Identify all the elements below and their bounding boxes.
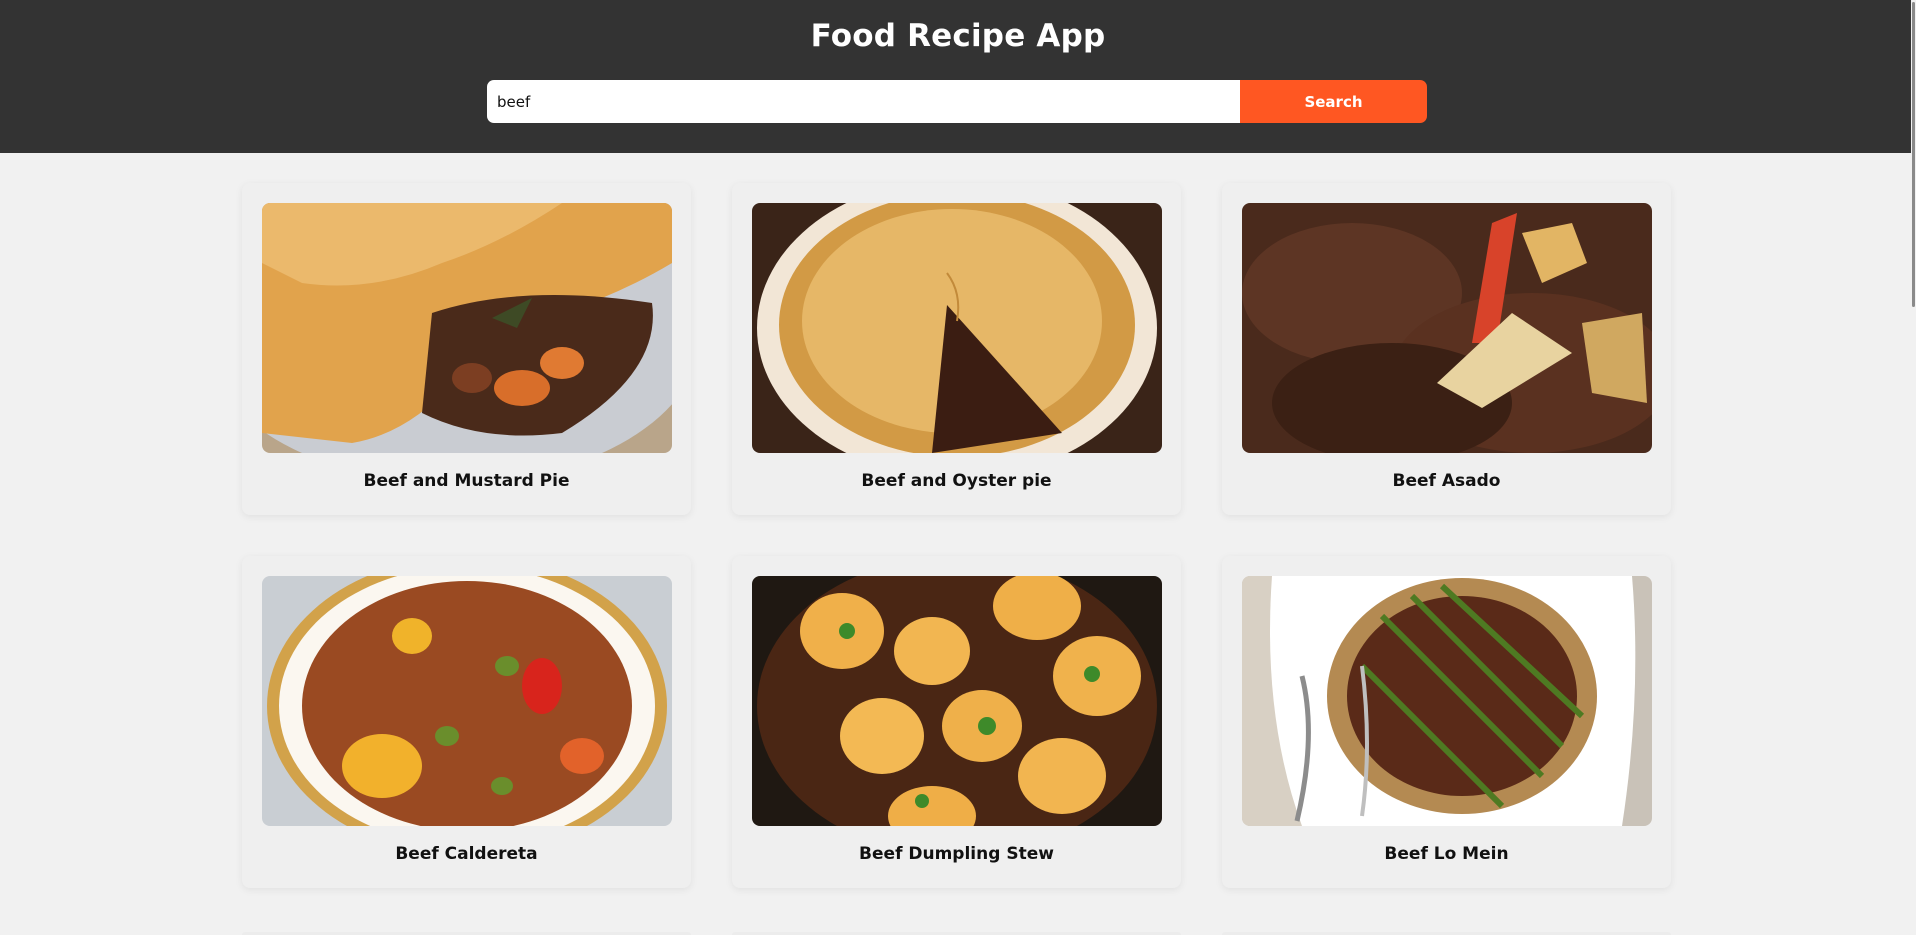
recipe-card[interactable]: Beef Lo Mein: [1222, 556, 1671, 888]
pie-photo-icon: [752, 203, 1162, 453]
noodles-photo-icon: [1242, 576, 1652, 826]
recipe-card[interactable]: Beef and Oyster pie: [732, 183, 1181, 515]
recipe-title: Beef and Mustard Pie: [363, 471, 570, 491]
recipe-card[interactable]: Beef Caldereta: [242, 556, 691, 888]
scrollbar-thumb[interactable]: [1912, 2, 1915, 307]
recipe-title: Beef Asado: [1392, 471, 1501, 491]
recipe-title: Beef and Oyster pie: [861, 471, 1052, 491]
recipe-title: Beef Lo Mein: [1384, 844, 1509, 864]
scrollbar[interactable]: [1911, 0, 1916, 935]
search-input[interactable]: [487, 80, 1240, 123]
recipe-card[interactable]: Beef Asado: [1222, 183, 1671, 515]
app-header: Food Recipe App Search: [0, 0, 1916, 153]
search-bar: Search: [487, 80, 1427, 123]
search-button[interactable]: Search: [1240, 80, 1427, 123]
recipe-card[interactable]: Beef and Mustard Pie: [242, 183, 691, 515]
recipe-title: Beef Caldereta: [395, 844, 538, 864]
dumpling-stew-photo-icon: [752, 576, 1162, 826]
recipe-title: Beef Dumpling Stew: [859, 844, 1054, 864]
recipe-card[interactable]: Beef Dumpling Stew: [732, 556, 1181, 888]
pie-photo-icon: [262, 203, 672, 453]
recipe-grid: Beef and Mustard Pie Beef and Oyster pie: [242, 183, 1672, 888]
stew-photo-icon: [1242, 203, 1652, 453]
app-title: Food Recipe App: [810, 18, 1106, 54]
stew-photo-icon: [262, 576, 672, 826]
